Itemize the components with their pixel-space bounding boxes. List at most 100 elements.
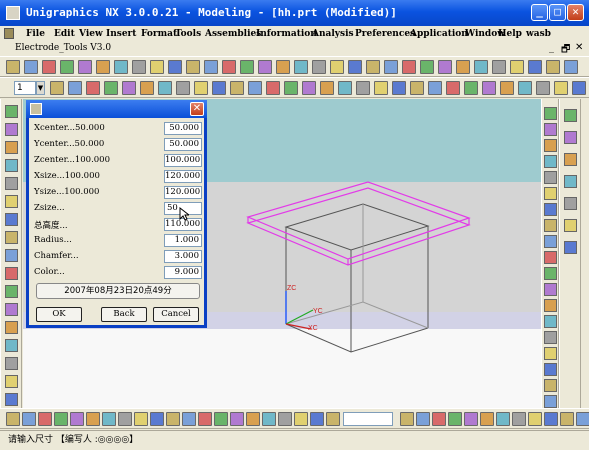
resource-bar-icon[interactable] xyxy=(544,331,557,344)
snap-tool-icon[interactable] xyxy=(496,412,510,426)
display-tool-icon[interactable] xyxy=(554,81,568,95)
resource-bar-icon[interactable] xyxy=(544,379,557,392)
snap-tool-icon[interactable] xyxy=(528,412,542,426)
navigator-icon[interactable] xyxy=(564,197,577,210)
title-bar[interactable]: Unigraphics NX 3.0.0.21 - Modeling - [hh… xyxy=(0,0,589,26)
toolbar-tool-icon[interactable] xyxy=(528,60,542,74)
display-tool-icon[interactable] xyxy=(446,81,460,95)
display-tool-icon[interactable] xyxy=(392,81,406,95)
field-input[interactable]: 1.000 xyxy=(164,234,202,247)
bottom-tool-icon[interactable] xyxy=(214,412,228,426)
toolbar-tool-icon[interactable] xyxy=(348,60,362,74)
feature-tool-icon[interactable] xyxy=(5,195,18,208)
display-tool-icon[interactable] xyxy=(68,81,82,95)
menu-file[interactable]: File xyxy=(26,29,45,39)
display-tool-icon[interactable] xyxy=(284,81,298,95)
bottom-tool-icon[interactable] xyxy=(182,412,196,426)
dialog-title-bar[interactable]: ✕ xyxy=(26,100,207,118)
snap-tool-icon[interactable] xyxy=(448,412,462,426)
menu-preferences[interactable]: Preferences xyxy=(355,29,415,39)
toolbar-tool-icon[interactable] xyxy=(312,60,326,74)
resource-bar-icon[interactable] xyxy=(544,187,557,200)
snap-tool-icon[interactable] xyxy=(512,412,526,426)
toolbar-tool-icon[interactable] xyxy=(456,60,470,74)
layer-select-arrow-icon[interactable]: ▼ xyxy=(36,81,45,95)
bottom-tool-icon[interactable] xyxy=(150,412,164,426)
feature-tool-icon[interactable] xyxy=(5,321,18,334)
resource-bar-icon[interactable] xyxy=(544,363,557,376)
bottom-tool-icon[interactable] xyxy=(6,412,20,426)
menu-analysis[interactable]: Analysis xyxy=(312,29,354,39)
toolbar-tool-icon[interactable] xyxy=(330,60,344,74)
navigator-icon[interactable] xyxy=(564,175,577,188)
display-tool-icon[interactable] xyxy=(212,81,226,95)
resource-bar-icon[interactable] xyxy=(544,347,557,360)
system-menu-icon[interactable] xyxy=(4,28,14,39)
display-tool-icon[interactable] xyxy=(374,81,388,95)
resource-bar-icon[interactable] xyxy=(544,123,557,136)
snap-tool-icon[interactable] xyxy=(432,412,446,426)
bottom-tool-icon[interactable] xyxy=(198,412,212,426)
display-tool-icon[interactable] xyxy=(158,81,172,95)
bottom-tool-icon[interactable] xyxy=(118,412,132,426)
toolbar-tool-icon[interactable] xyxy=(546,60,560,74)
toolbar-tool-icon[interactable] xyxy=(366,60,380,74)
bottom-tool-icon[interactable] xyxy=(54,412,68,426)
toolbar-tool-icon[interactable] xyxy=(222,60,236,74)
resource-bar-icon[interactable] xyxy=(544,219,557,232)
navigator-icon[interactable] xyxy=(564,219,577,232)
bottom-tool-icon[interactable] xyxy=(134,412,148,426)
bottom-tool-icon[interactable] xyxy=(262,412,276,426)
bottom-tool-icon[interactable] xyxy=(310,412,324,426)
selection-filter-dropdown[interactable] xyxy=(343,412,393,426)
feature-tool-icon[interactable] xyxy=(5,375,18,388)
toolbar-tool-icon[interactable] xyxy=(240,60,254,74)
resource-bar-icon[interactable] xyxy=(544,171,557,184)
toolbar-tool-icon[interactable] xyxy=(42,60,56,74)
toolbar-tool-icon[interactable] xyxy=(6,60,20,74)
resource-bar-icon[interactable] xyxy=(544,315,557,328)
field-input[interactable]: 120.000 xyxy=(164,170,202,183)
resource-bar-icon[interactable] xyxy=(544,155,557,168)
display-tool-icon[interactable] xyxy=(320,81,334,95)
bottom-tool-icon[interactable] xyxy=(38,412,52,426)
bottom-tool-icon[interactable] xyxy=(230,412,244,426)
bottom-tool-icon[interactable] xyxy=(294,412,308,426)
menu-assemblies[interactable]: Assemblies xyxy=(205,29,261,39)
bottom-tool-icon[interactable] xyxy=(166,412,180,426)
feature-tool-icon[interactable] xyxy=(5,141,18,154)
feature-tool-icon[interactable] xyxy=(5,249,18,262)
display-tool-icon[interactable] xyxy=(104,81,118,95)
resource-bar-icon[interactable] xyxy=(544,283,557,296)
toolbar-tool-icon[interactable] xyxy=(294,60,308,74)
navigator-icon[interactable] xyxy=(564,153,577,166)
mdi-minimize-icon[interactable]: _ xyxy=(549,42,554,53)
display-tool-icon[interactable] xyxy=(248,81,262,95)
menu-view[interactable]: View xyxy=(79,29,103,39)
field-input[interactable]: 120.000 xyxy=(164,186,202,199)
bottom-tool-icon[interactable] xyxy=(326,412,340,426)
bottom-tool-icon[interactable] xyxy=(86,412,100,426)
close-button[interactable]: ✕ xyxy=(567,4,584,21)
snap-tool-icon[interactable] xyxy=(416,412,430,426)
field-input[interactable]: 50.000 xyxy=(164,122,202,135)
display-tool-icon[interactable] xyxy=(338,81,352,95)
snap-tool-icon[interactable] xyxy=(464,412,478,426)
resource-bar-icon[interactable] xyxy=(544,395,557,408)
maximize-button[interactable]: □ xyxy=(549,4,566,21)
dialog-close-button[interactable]: ✕ xyxy=(190,102,204,116)
toolbar-tool-icon[interactable] xyxy=(114,60,128,74)
toolbar-tool-icon[interactable] xyxy=(420,60,434,74)
display-tool-icon[interactable] xyxy=(50,81,64,95)
cancel-button[interactable]: Cancel xyxy=(153,307,199,322)
toolbar-tool-icon[interactable] xyxy=(168,60,182,74)
snap-tool-icon[interactable] xyxy=(560,412,574,426)
field-input[interactable]: 50.000 xyxy=(164,138,202,151)
toolbar-tool-icon[interactable] xyxy=(204,60,218,74)
bottom-tool-icon[interactable] xyxy=(278,412,292,426)
field-input[interactable]: 3.000 xyxy=(164,250,202,263)
snap-tool-icon[interactable] xyxy=(544,412,558,426)
bottom-tool-icon[interactable] xyxy=(70,412,84,426)
feature-tool-icon[interactable] xyxy=(5,105,18,118)
toolbar-tool-icon[interactable] xyxy=(258,60,272,74)
